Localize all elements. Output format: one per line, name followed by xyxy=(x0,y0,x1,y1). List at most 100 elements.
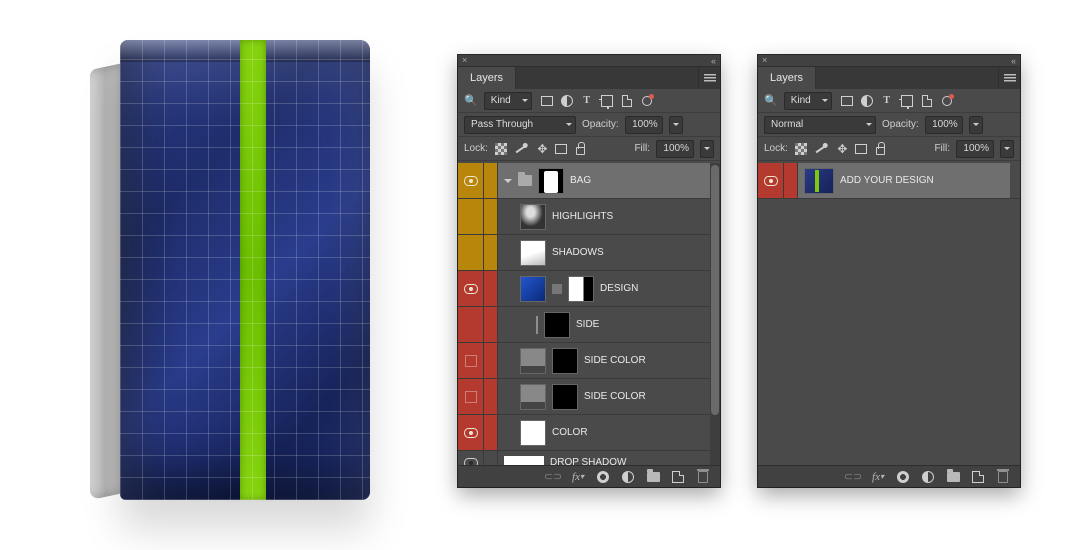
layer-mask-thumb[interactable] xyxy=(568,276,594,302)
layer-name[interactable]: DROP SHADOW xyxy=(550,457,627,465)
trash-icon[interactable] xyxy=(996,470,1010,484)
lock-image-icon[interactable] xyxy=(514,142,528,156)
layer-name[interactable]: SHADOWS xyxy=(552,247,604,258)
layer-mask-thumb[interactable] xyxy=(552,348,578,374)
filter-image-icon[interactable] xyxy=(840,94,854,108)
filter-shape-icon[interactable] xyxy=(600,94,614,108)
adjustment-icon[interactable] xyxy=(621,470,635,484)
filter-type-icon[interactable] xyxy=(880,94,894,108)
layer-name[interactable]: SIDE COLOR xyxy=(584,355,646,366)
visibility-toggle[interactable] xyxy=(458,163,484,198)
mask-icon[interactable] xyxy=(596,470,610,484)
adjustment-icon[interactable] xyxy=(921,470,935,484)
lock-position-icon[interactable]: ✥ xyxy=(834,142,848,156)
fill-stepper[interactable] xyxy=(1000,140,1014,158)
layer-row-shadows[interactable]: SHADOWS xyxy=(458,235,720,271)
lock-transparent-icon[interactable] xyxy=(494,142,508,156)
visibility-toggle[interactable] xyxy=(458,199,484,234)
opacity-value[interactable]: 100% xyxy=(625,116,663,134)
filter-smart-icon[interactable] xyxy=(620,94,634,108)
new-layer-icon[interactable] xyxy=(671,470,685,484)
layer-row-sidecolor-2[interactable]: SIDE COLOR xyxy=(458,379,720,415)
link-icon[interactable]: ⊂⊃ xyxy=(546,470,560,484)
close-icon[interactable]: × xyxy=(762,56,767,65)
layer-thumb[interactable] xyxy=(520,276,546,302)
visibility-toggle[interactable] xyxy=(458,271,484,306)
fill-stepper[interactable] xyxy=(700,140,714,158)
opacity-value[interactable]: 100% xyxy=(925,116,963,134)
group-icon[interactable] xyxy=(646,470,660,484)
filter-adjust-icon[interactable] xyxy=(860,94,874,108)
layer-row-bag[interactable]: BAG xyxy=(458,163,720,199)
layer-thumb[interactable] xyxy=(520,420,546,446)
layer-thumb[interactable] xyxy=(520,384,546,410)
layer-row-sidecolor-1[interactable]: SIDE COLOR xyxy=(458,343,720,379)
layer-row-side[interactable]: SIDE xyxy=(458,307,720,343)
layer-thumb[interactable] xyxy=(804,168,834,194)
lock-all-icon[interactable] xyxy=(874,142,888,156)
visibility-toggle[interactable] xyxy=(458,379,484,414)
layer-thumb[interactable] xyxy=(520,240,546,266)
visibility-toggle[interactable] xyxy=(458,235,484,270)
close-icon[interactable]: × xyxy=(462,56,467,65)
fill-value[interactable]: 100% xyxy=(956,140,994,158)
filter-adjust-icon[interactable] xyxy=(560,94,574,108)
opacity-stepper[interactable] xyxy=(669,116,683,134)
layer-name[interactable]: ADD YOUR DESIGN xyxy=(840,175,934,186)
lock-all-icon[interactable] xyxy=(574,142,588,156)
visibility-toggle[interactable] xyxy=(458,343,484,378)
blend-mode-dropdown[interactable]: Normal xyxy=(764,116,876,134)
filter-smart-icon[interactable] xyxy=(920,94,934,108)
visibility-toggle[interactable] xyxy=(458,451,484,465)
layer-name[interactable]: SIDE xyxy=(576,319,599,330)
fill-value[interactable]: 100% xyxy=(656,140,694,158)
blend-mode-dropdown[interactable]: Pass Through xyxy=(464,116,576,134)
opacity-stepper[interactable] xyxy=(969,116,983,134)
lock-position-icon[interactable]: ✥ xyxy=(534,142,548,156)
scrollbar-thumb[interactable] xyxy=(711,165,719,415)
collapse-icon[interactable]: « xyxy=(711,56,716,66)
tab-layers[interactable]: Layers xyxy=(458,67,516,89)
visibility-toggle[interactable] xyxy=(458,415,484,450)
filter-shape-icon[interactable] xyxy=(900,94,914,108)
layer-name[interactable]: BAG xyxy=(570,175,591,186)
layer-row-design[interactable]: DESIGN xyxy=(458,271,720,307)
expand-icon[interactable] xyxy=(504,179,512,187)
layer-row-color[interactable]: COLOR xyxy=(458,415,720,451)
panel-menu-button[interactable] xyxy=(698,67,720,89)
filter-kind-dropdown[interactable]: Kind xyxy=(784,92,832,110)
layer-row-highlights[interactable]: HIGHLIGHTS xyxy=(458,199,720,235)
layer-name[interactable]: SIDE COLOR xyxy=(584,391,646,402)
layer-thumb[interactable] xyxy=(520,204,546,230)
scrollbar[interactable] xyxy=(710,163,720,465)
mask-icon[interactable] xyxy=(896,470,910,484)
search-icon[interactable]: 🔍 xyxy=(464,94,478,107)
visibility-toggle[interactable] xyxy=(758,163,784,198)
filter-artboard-icon[interactable] xyxy=(640,94,654,108)
trash-icon[interactable] xyxy=(696,470,710,484)
layer-name[interactable]: DESIGN xyxy=(600,283,638,294)
search-icon[interactable]: 🔍 xyxy=(764,94,778,107)
fx-icon[interactable]: fx▾ xyxy=(571,470,585,484)
layer-thumb[interactable] xyxy=(544,312,570,338)
layer-thumb[interactable] xyxy=(504,456,544,466)
panel-menu-button[interactable] xyxy=(998,67,1020,89)
lock-transparent-icon[interactable] xyxy=(794,142,808,156)
layer-row-dropshadow[interactable]: DROP SHADOW xyxy=(458,451,720,465)
filter-image-icon[interactable] xyxy=(540,94,554,108)
layer-thumb[interactable] xyxy=(520,348,546,374)
lock-artboard-icon[interactable] xyxy=(554,142,568,156)
tab-layers[interactable]: Layers xyxy=(758,67,816,89)
collapse-icon[interactable]: « xyxy=(1011,56,1016,66)
group-icon[interactable] xyxy=(946,470,960,484)
filter-kind-dropdown[interactable]: Kind xyxy=(484,92,532,110)
filter-type-icon[interactable] xyxy=(580,94,594,108)
fx-icon[interactable]: fx▾ xyxy=(871,470,885,484)
filter-artboard-icon[interactable] xyxy=(940,94,954,108)
link-icon[interactable]: ⊂⊃ xyxy=(846,470,860,484)
layer-mask-thumb[interactable] xyxy=(552,384,578,410)
layer-name[interactable]: HIGHLIGHTS xyxy=(552,211,613,222)
layer-row-add-your-design[interactable]: ADD YOUR DESIGN xyxy=(758,163,1020,199)
visibility-toggle[interactable] xyxy=(458,307,484,342)
lock-artboard-icon[interactable] xyxy=(854,142,868,156)
